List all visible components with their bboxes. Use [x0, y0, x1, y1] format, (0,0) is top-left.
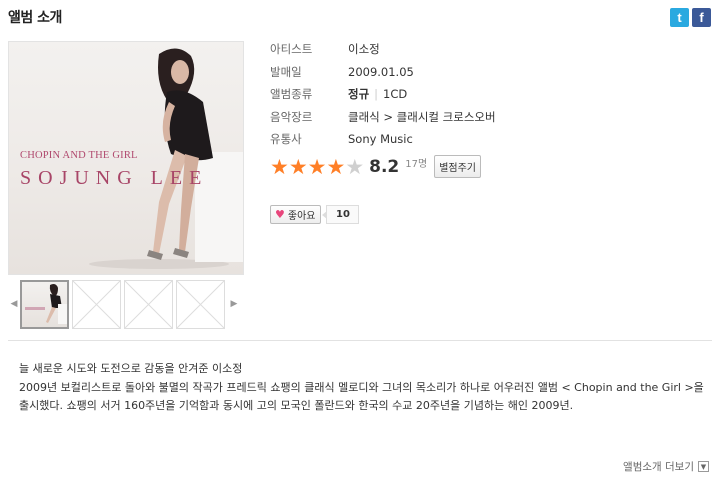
chevron-left-icon[interactable]: ◀ — [8, 299, 20, 309]
star-icon: ★ — [288, 154, 308, 179]
thumbnail-1[interactable] — [20, 279, 69, 329]
info-label: 아티스트 — [270, 42, 313, 57]
rating-count: 17명 — [405, 159, 428, 170]
like-count: 10 — [322, 205, 360, 224]
album-format: 1CD — [383, 87, 408, 102]
chevron-right-icon[interactable]: ▶ — [228, 299, 240, 309]
description-body: 2009년 보컬리스트로 돌아와 불멸의 작곡가 프레드릭 쇼팽의 클래식 멜로… — [19, 380, 704, 413]
like-label: 좋아요 — [287, 211, 316, 222]
album-info: 아티스트 이소정 발매일 2009.01.05 앨범종류 정규 | 1CD 음악… — [270, 38, 496, 151]
thumbnail-4[interactable] — [176, 279, 225, 329]
distributor: Sony Music — [348, 132, 413, 147]
description-headline: 늘 새로운 시도와 도전으로 감동을 안겨준 이소정 — [19, 362, 243, 375]
thumbnail-2[interactable] — [72, 279, 121, 329]
section-title: 앨범 소개 — [8, 10, 62, 26]
rating: ★ ★ ★ ★ ★ 8.2 17명 별점주기 — [270, 155, 482, 178]
divider — [8, 340, 712, 341]
heart-icon: ♥ — [275, 208, 285, 221]
album-type: 정규 — [348, 87, 370, 102]
star-icon: ★ — [326, 154, 346, 179]
thumbnail-strip: ◀ ▶ — [8, 278, 244, 330]
like-area: ♥ 좋아요 10 — [270, 205, 360, 224]
separator: | — [374, 87, 379, 102]
star-icon: ★ — [345, 154, 365, 179]
more-link[interactable]: 앨범소개 더보기 ▼ — [623, 459, 709, 474]
info-row-genre: 음악장르 클래식 > 클래시컬 크로스오버 — [270, 106, 496, 129]
cover-title-line1: CHOPIN AND THE GIRL — [20, 150, 138, 161]
chevron-down-icon: ▼ — [698, 461, 709, 472]
album-cover[interactable]: CHOPIN AND THE GIRL SOJUNG LEE — [8, 41, 244, 275]
album-description: 늘 새로운 시도와 도전으로 감동을 안겨준 이소정 2009년 보컬리스트로 … — [19, 360, 709, 416]
info-label: 발매일 — [270, 64, 302, 79]
info-row-type: 앨범종류 정규 | 1CD — [270, 83, 496, 106]
share-buttons: t f — [670, 8, 711, 27]
thumbnail-3[interactable] — [124, 279, 173, 329]
info-label: 앨범종류 — [270, 87, 313, 102]
info-label: 유통사 — [270, 132, 302, 147]
info-row-release: 발매일 2009.01.05 — [270, 61, 496, 84]
info-row-label: 유통사 Sony Music — [270, 128, 496, 151]
facebook-icon[interactable]: f — [692, 8, 711, 27]
star-icon: ★ — [270, 154, 289, 179]
genre-link[interactable]: 클래식 > 클래시컬 크로스오버 — [348, 109, 496, 125]
rate-button[interactable]: 별점주기 — [434, 155, 482, 178]
star-icon: ★ — [307, 154, 327, 179]
rating-score: 8.2 — [369, 156, 400, 177]
twitter-icon[interactable]: t — [670, 8, 689, 27]
like-button[interactable]: ♥ 좋아요 — [270, 205, 322, 224]
cover-title-line2: SOJUNG LEE — [20, 167, 209, 189]
artist-link[interactable]: 이소정 — [348, 41, 380, 57]
info-row-artist: 아티스트 이소정 — [270, 38, 496, 61]
star-rating: ★ ★ ★ ★ ★ — [270, 156, 364, 178]
release-date: 2009.01.05 — [348, 64, 414, 79]
more-label: 앨범소개 더보기 — [623, 461, 694, 473]
info-label: 음악장르 — [270, 109, 313, 124]
